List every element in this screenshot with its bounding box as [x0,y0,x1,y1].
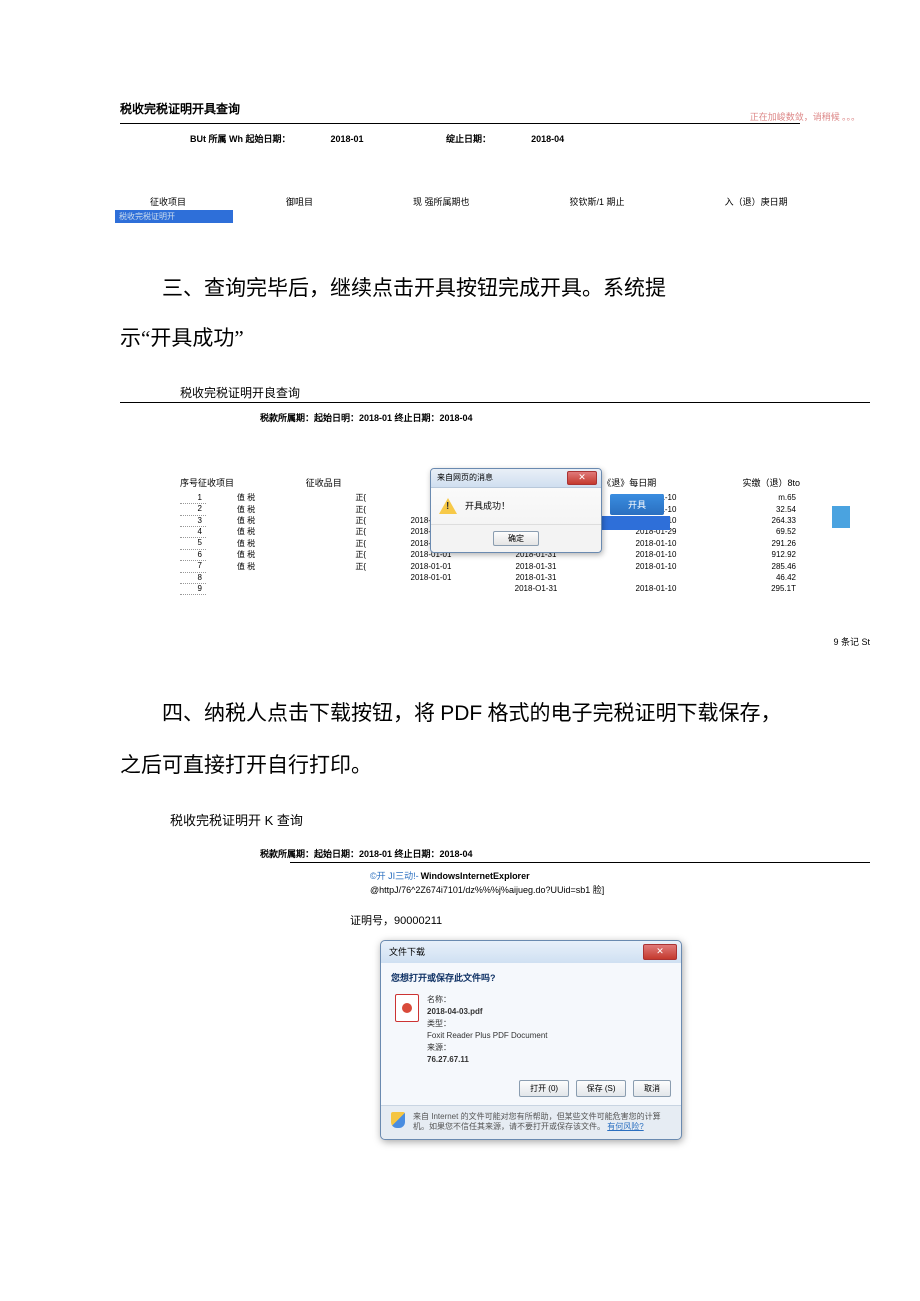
file-details: 名称：2018-04-03.pdf 类型：Foxit Reader Plus P… [427,994,548,1066]
section2-title: 税收完税证明开良查询 [180,384,800,401]
pdf-icon [395,994,419,1022]
paragraph-3: 三、查询完毕后，继续点击开具按钮完成开具。系统提 示“开具成功” [120,263,800,364]
close-icon[interactable]: ✕ [643,944,677,960]
warning-text: 来自 Internet 的文件可能对您有所帮助，但某些文件可能危害您的计算机。如… [413,1112,671,1133]
loading-text: 正在加峻数敛，诮稍候 。。。 [750,110,860,123]
divider [120,402,870,403]
warning-icon [439,498,457,514]
section3-info: ©开 JI三动!-WindowsInternetExplorer @httpJ/… [370,869,800,898]
dialog-title: 来自网页的消息 [437,472,493,483]
section3-title: 税收完税证明开 K 查询 [170,810,800,829]
paragraph-4: 四、纳税人点击下载按钮，将 PDF 格式的电子完税证明下载保存，之后可直接打开自… [120,688,800,790]
shield-icon [391,1112,405,1128]
blue-square-icon [832,506,850,528]
save-button[interactable]: 保存 (S) [576,1080,627,1097]
risk-link[interactable]: 有何风险? [607,1122,643,1131]
dialog-title: 文件下载 [389,945,425,958]
divider [120,123,800,124]
section3-dates: 税款所属期：起始日期：2018-01 终止日期：2018-04 [260,847,800,860]
section1-dates: BUt 所属 Wh 起始日期：2018-01 绽止日期：2018-04 [190,132,800,145]
table-row: 82018-01-012018-01-3146.42 [180,573,890,584]
ok-button[interactable]: 确定 [493,531,539,546]
dialog-question: 您想打开或保存此文件吗? [381,963,681,990]
section2-footer: 9 条记 St [120,635,870,648]
section2-dates: 税款所属期：起始日明：2018-01 终止日期：2018-04 [260,411,800,424]
certificate-number: 证明号，90000211 [350,912,800,928]
table-row: 7值 税正{2018-01-012018-01-312018-01-10285.… [180,561,890,572]
section1-title: 税收完税证明开具查询 [120,100,800,117]
download-dialog: 文件下载 ✕ 您想打开或保存此文件吗? 名称：2018-04-03.pdf 类型… [380,940,682,1140]
blue-bar: 税收完税证明开 [115,210,233,223]
close-icon[interactable]: ✕ [567,471,597,485]
section1-headers: 征收项目 御咀目 现 强所属期也 狡钦斯/1 期止 入（退）庚日期 [150,195,800,208]
open-button[interactable]: 打开 (0) [519,1080,569,1097]
table-row: 92018-O1-312018-01-10295.1T [180,584,890,595]
success-dialog: 来自网页的消息 ✕ 开具成功！ 确定 [430,468,602,553]
issue-button[interactable]: 开具 [610,494,664,515]
dialog-message: 开具成功！ [465,499,510,512]
cancel-button[interactable]: 取消 [633,1080,671,1097]
divider [290,862,870,863]
